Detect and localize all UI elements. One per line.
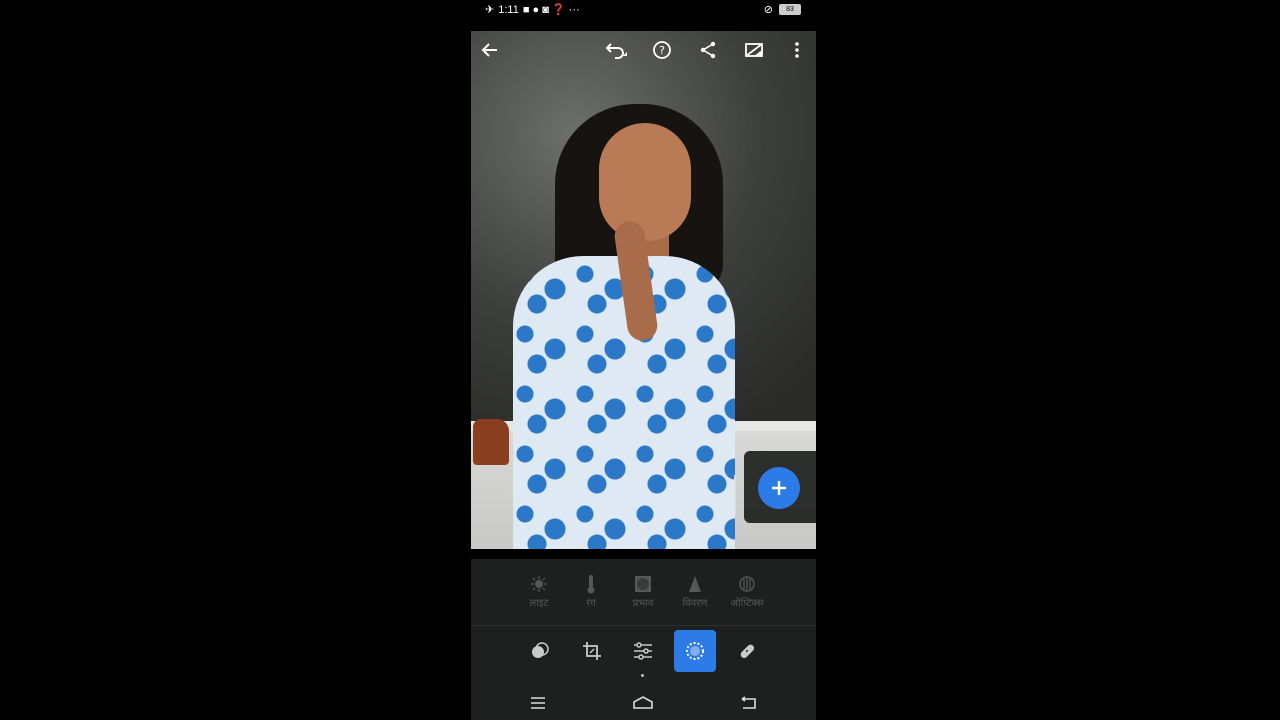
tool-color-label: रंग [586, 598, 596, 609]
more-icon[interactable] [784, 37, 810, 63]
svg-text:?: ? [659, 44, 665, 57]
sun-icon [513, 573, 565, 595]
status-left: ✈ 1:11 ■ ● ◙ ❓ ··· [485, 3, 580, 17]
top-toolbar: ? [471, 31, 816, 69]
tool-detail[interactable]: विवरण [669, 573, 721, 609]
healing-icon[interactable] [726, 630, 768, 672]
fab-divider [734, 475, 736, 515]
back-nav-icon[interactable] [733, 692, 763, 714]
modes-row [471, 626, 816, 686]
photo-cloth [473, 419, 509, 465]
adjust-icon[interactable] [622, 630, 664, 672]
tool-light-label: लाइट [529, 598, 549, 609]
back-arrow-icon[interactable] [477, 37, 503, 63]
vignette-icon [617, 573, 669, 595]
undo-icon[interactable] [603, 37, 629, 63]
phone-screen: ✈ 1:11 ■ ● ◙ ❓ ··· ⊘ 83 ? लाइट रंग प्रभा… [471, 0, 816, 720]
compare-icon[interactable] [741, 37, 767, 63]
system-nav-bar [471, 686, 816, 720]
presets-icon[interactable] [519, 630, 561, 672]
mute-icon: ⊘ [763, 4, 773, 16]
mode-indicator-dot [641, 674, 644, 677]
plus-icon [772, 481, 786, 495]
photo-face [599, 123, 691, 241]
crop-icon[interactable] [571, 630, 613, 672]
tool-color[interactable]: रंग [565, 573, 617, 609]
detail-icon [669, 573, 721, 595]
add-point-button[interactable] [758, 467, 800, 509]
battery-icon: 83 [779, 4, 801, 15]
tool-effects[interactable]: प्रभाव [617, 573, 669, 609]
status-right: ⊘ 83 [764, 3, 801, 16]
fab-panel [734, 451, 816, 523]
status-time: 1:11 [498, 3, 519, 16]
tool-optics-label: ऑप्टिक्स [730, 598, 764, 609]
home-icon[interactable] [628, 692, 658, 714]
help-icon[interactable]: ? [649, 37, 675, 63]
optics-icon [721, 573, 773, 595]
status-bar: ✈ 1:11 ■ ● ◙ ❓ ··· ⊘ 83 [471, 0, 816, 22]
tools-row: लाइट रंग प्रभाव विवरण ऑप्टिक्स [471, 559, 816, 625]
notification-icons: ■ ● ◙ ❓ ··· [522, 4, 580, 16]
tool-optics[interactable]: ऑप्टिक्स [721, 573, 773, 609]
thermometer-icon [565, 573, 617, 595]
share-icon[interactable] [695, 37, 721, 63]
tool-light[interactable]: लाइट [513, 573, 565, 609]
tool-effects-label: प्रभाव [632, 598, 654, 609]
selective-icon[interactable] [674, 630, 716, 672]
tool-detail-label: विवरण [682, 598, 708, 609]
airplane-icon: ✈ [485, 4, 495, 16]
recents-icon[interactable] [523, 692, 553, 714]
